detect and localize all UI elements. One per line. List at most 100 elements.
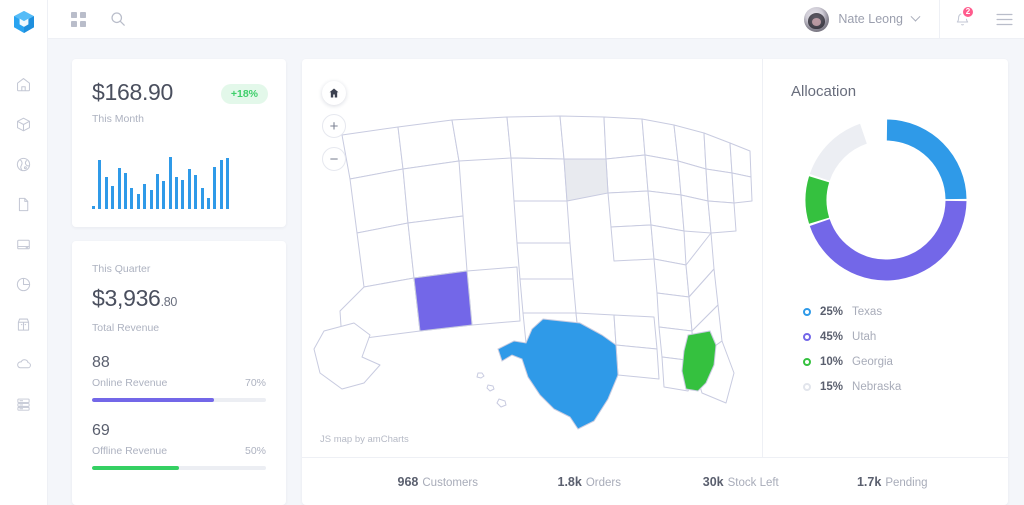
- sparkline-bar: [181, 180, 184, 209]
- legend-label: Nebraska: [852, 381, 901, 393]
- stat-item: 30k Stock Left: [665, 475, 817, 489]
- sparkline-bar: [130, 188, 133, 209]
- content-area: $168.90 This Month +18% This Quarter $3,…: [48, 39, 1024, 505]
- sidebar-item-products[interactable]: [9, 109, 39, 139]
- sparkline-bar: [175, 177, 178, 209]
- legend-dot-icon: [803, 383, 811, 391]
- sidebar-item-analytics[interactable]: [9, 269, 39, 299]
- stat-label: Stock Left: [728, 477, 779, 489]
- legend-item[interactable]: 25%Texas: [803, 306, 1008, 318]
- map-allocation-card: + −: [302, 59, 1008, 505]
- sparkline-bar: [143, 184, 146, 209]
- month-subtitle: This Month: [92, 113, 268, 125]
- sparkline-bar: [118, 168, 121, 209]
- map-state-texas[interactable]: [498, 319, 618, 429]
- map-state-nebraska[interactable]: [564, 159, 608, 201]
- sparkline-bar: [207, 198, 210, 209]
- allocation-title: Allocation: [763, 83, 1008, 100]
- donut-segment-georgia: [816, 179, 819, 220]
- right-column: + −: [302, 59, 1008, 505]
- allocation-panel: Allocation 25%Texas 45%Utah 10%Georgia 15%N…: [762, 59, 1008, 457]
- sparkline-bar: [105, 177, 108, 209]
- sparkline-bar: [226, 158, 229, 209]
- sparkline-bar: [194, 175, 197, 209]
- left-column: $168.90 This Month +18% This Quarter $3,…: [72, 59, 286, 505]
- sparkline-bar: [162, 181, 165, 209]
- sparkline-bar: [213, 167, 216, 209]
- quarter-amount: $3,936.80: [92, 285, 266, 312]
- sparkline-bar: [156, 174, 159, 209]
- legend-label: Georgia: [852, 356, 893, 368]
- metric-value: 88: [92, 354, 266, 372]
- sidebar: [0, 0, 48, 505]
- grid-apps-icon[interactable]: [67, 8, 89, 30]
- notifications-button[interactable]: 2: [940, 0, 984, 39]
- stats-bar: 968Customers 1.8k Orders 30k Stock Left 1.7kP…: [302, 457, 1008, 505]
- hamburger-menu-icon[interactable]: [984, 0, 1024, 39]
- sidebar-item-devices[interactable]: [9, 229, 39, 259]
- user-menu[interactable]: Nate Leong: [804, 7, 939, 32]
- donut-segment-utah: [819, 201, 955, 270]
- metric-offline-revenue: 69 Offline Revenue 50%: [92, 422, 266, 470]
- sparkline-bar: [124, 173, 127, 209]
- stat-value: 968: [398, 475, 419, 489]
- sparkline-bar: [111, 186, 114, 209]
- stat-item: 968Customers: [362, 475, 514, 489]
- progress-bar: [92, 398, 266, 402]
- user-name: Nate Leong: [838, 12, 903, 26]
- legend-dot-icon: [803, 358, 811, 366]
- this-quarter-card: This Quarter $3,936.80 Total Revenue 88 …: [72, 241, 286, 505]
- map-controls: + −: [322, 81, 346, 171]
- legend-percent: 45%: [820, 331, 843, 343]
- sidebar-item-documents[interactable]: [9, 189, 39, 219]
- sparkline-bar: [137, 194, 140, 209]
- sparkline-bar: [98, 160, 101, 209]
- allocation-legend: 25%Texas 45%Utah 10%Georgia 15%Nebraska: [763, 306, 1008, 393]
- avatar: [804, 7, 829, 32]
- stat-item: 1.7kPending: [817, 475, 969, 489]
- quarter-subtitle: Total Revenue: [92, 322, 266, 334]
- map-zoom-in-button[interactable]: +: [322, 114, 346, 138]
- sidebar-item-cloud[interactable]: [9, 349, 39, 379]
- legend-item[interactable]: 45%Utah: [803, 331, 1008, 343]
- dashboard-root: Nate Leong 2 $168.90 T: [0, 0, 1024, 505]
- sidebar-item-store[interactable]: [9, 309, 39, 339]
- metric-percent: 70%: [245, 377, 266, 389]
- top-bar: Nate Leong 2: [48, 0, 1024, 39]
- sidebar-item-design[interactable]: [9, 149, 39, 179]
- stat-value: 1.7k: [857, 475, 881, 489]
- sidebar-item-home[interactable]: [9, 69, 39, 99]
- sidebar-item-database[interactable]: [9, 389, 39, 419]
- metric-percent: 50%: [245, 445, 266, 457]
- legend-item[interactable]: 15%Nebraska: [803, 381, 1008, 393]
- cube-logo-icon[interactable]: [11, 9, 37, 35]
- sparkline-bar: [92, 206, 95, 209]
- home-icon: [328, 87, 340, 99]
- us-map-panel[interactable]: + −: [302, 59, 762, 457]
- quarter-amount-main: $3,936: [92, 285, 161, 311]
- allocation-donut-chart: [763, 112, 1008, 288]
- change-badge: +18%: [221, 84, 268, 104]
- stat-value: 30k: [703, 475, 724, 489]
- metric-value: 69: [92, 422, 266, 440]
- this-month-card: $168.90 This Month +18%: [72, 59, 286, 227]
- legend-item[interactable]: 10%Georgia: [803, 356, 1008, 368]
- stat-item: 1.8k Orders: [514, 475, 666, 489]
- map-state-utah[interactable]: [414, 271, 472, 331]
- stat-value: 1.8k: [558, 475, 582, 489]
- sparkline-bar: [169, 157, 172, 209]
- legend-dot-icon: [803, 308, 811, 316]
- month-sparkline-chart: [92, 153, 268, 209]
- map-home-button[interactable]: [322, 81, 346, 105]
- progress-fill: [92, 466, 179, 470]
- chevron-down-icon: [911, 11, 921, 21]
- sparkline-bar: [150, 190, 153, 209]
- map-zoom-out-button[interactable]: −: [322, 147, 346, 171]
- legend-percent: 25%: [820, 306, 843, 318]
- stat-label: Orders: [586, 477, 621, 489]
- progress-fill: [92, 398, 214, 402]
- progress-bar: [92, 466, 266, 470]
- sparkline-bar: [201, 188, 204, 209]
- search-icon[interactable]: [107, 8, 129, 30]
- donut-segment-nebraska: [819, 134, 863, 178]
